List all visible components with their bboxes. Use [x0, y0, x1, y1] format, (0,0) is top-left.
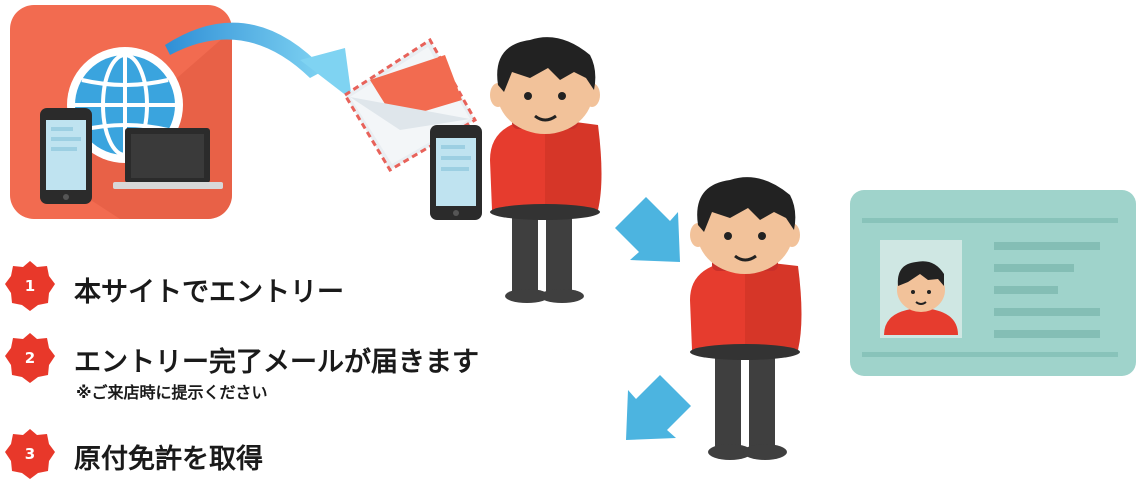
license-card-icon — [850, 190, 1136, 376]
step-2-badge: 2 — [4, 332, 56, 384]
step-3-badge: 3 — [4, 428, 56, 480]
step-3-number: 3 — [24, 445, 36, 463]
step-1-number: 1 — [24, 277, 36, 295]
step-2-note: ※ご来店時に提示ください — [76, 383, 268, 402]
step-2-number: 2 — [24, 349, 36, 367]
step-1-label: 本サイトでエントリー — [74, 277, 344, 308]
person-figure — [490, 37, 602, 303]
step-3-label: 原付免許を取得 — [74, 444, 263, 475]
step-1-badge: 1 — [4, 260, 56, 312]
smartphone-icon — [430, 125, 482, 220]
down-arrow-icon — [626, 375, 691, 440]
down-arrow-icon — [615, 197, 680, 262]
flow-illustration — [10, 5, 1136, 460]
step-2-label: エントリー完了メールが届きます — [74, 347, 479, 378]
person-figure — [690, 177, 802, 460]
